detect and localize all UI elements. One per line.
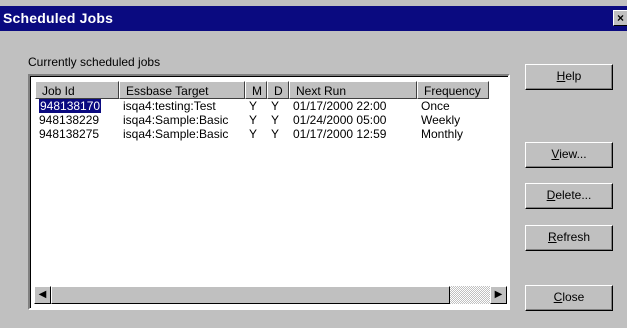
job-id: 948138170 [37,99,103,113]
column-header-job-id[interactable]: Job Id [35,81,119,99]
essbase-target: isqa4:Sample:Basic [123,113,229,127]
jobs-list[interactable]: Job Id Essbase Target M D Next Run Frequ… [28,74,510,310]
m-flag: Y [249,127,258,141]
d-flag: Y [271,99,280,113]
m-flag: Y [249,113,258,127]
list-header: Job Id Essbase Target M D Next Run Frequ… [35,81,489,99]
list-rows: 948138170 isqa4:testing:Test Y Y 01/17/2… [35,99,489,141]
column-header-m[interactable]: M [245,81,267,99]
title-bar[interactable]: Scheduled Jobs × [0,6,627,31]
jobs-list-label: Currently scheduled jobs [28,55,161,69]
essbase-target: isqa4:Sample:Basic [123,127,229,141]
list-item[interactable]: 948138275 isqa4:Sample:Basic Y Y 01/17/2… [35,127,489,141]
d-flag: Y [271,127,280,141]
scroll-right-icon[interactable]: ▶ [490,286,507,304]
close-icon[interactable]: × [613,10,627,26]
next-run: 01/17/2000 22:00 [293,99,387,113]
column-header-essbase-target[interactable]: Essbase Target [119,81,245,99]
list-item[interactable]: 948138229 isqa4:Sample:Basic Y Y 01/24/2… [35,113,489,127]
column-header-frequency[interactable]: Frequency [417,81,489,99]
column-header-next-run[interactable]: Next Run [289,81,417,99]
frequency: Monthly [421,127,464,141]
help-button[interactable]: Help [525,64,613,90]
close-button[interactable]: Close [525,285,613,311]
scroll-thumb[interactable] [51,286,450,304]
d-flag: Y [271,113,280,127]
next-run: 01/24/2000 05:00 [293,113,387,127]
refresh-button[interactable]: Refresh [525,225,613,251]
column-header-d[interactable]: D [267,81,289,99]
next-run: 01/17/2000 12:59 [293,127,387,141]
frequency: Once [421,99,450,113]
m-flag: Y [249,99,258,113]
dialog-title: Scheduled Jobs [3,10,114,26]
delete-button[interactable]: Delete... [525,183,613,209]
frequency: Weekly [421,113,461,127]
horizontal-scrollbar[interactable]: ◀ ▶ [34,286,507,304]
scroll-left-icon[interactable]: ◀ [34,286,51,304]
view-button[interactable]: View... [525,142,613,168]
job-id: 948138275 [39,127,100,141]
list-item[interactable]: 948138170 isqa4:testing:Test Y Y 01/17/2… [35,99,489,113]
job-id: 948138229 [39,113,100,127]
essbase-target: isqa4:testing:Test [123,99,216,113]
scheduled-jobs-dialog: Scheduled Jobs × Currently scheduled job… [0,0,627,328]
